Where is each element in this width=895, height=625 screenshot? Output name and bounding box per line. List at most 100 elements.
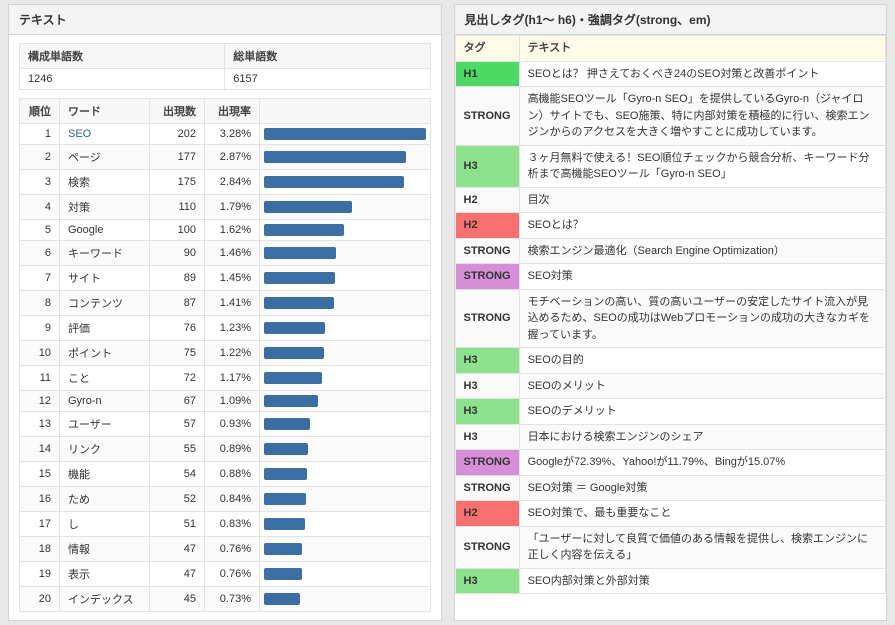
cell-tag: STRONG xyxy=(455,526,519,568)
table-row: H1SEOとは？ 押さえておくべき24のSEO対策と改善ポイント xyxy=(455,61,886,87)
cell-text: SEO内部対策と外部対策 xyxy=(519,568,885,594)
cell-word: 表示 xyxy=(60,562,150,587)
col-tag: タグ xyxy=(455,36,519,62)
cell-rank: 12 xyxy=(20,391,60,412)
cell-rank: 14 xyxy=(20,437,60,462)
table-row: 5Google1001.62% xyxy=(20,220,431,241)
frequency-bar xyxy=(264,543,302,555)
cell-rate: 1.23% xyxy=(205,316,260,341)
cell-bar xyxy=(260,124,431,145)
frequency-bar xyxy=(264,493,306,505)
table-row: 9評価761.23% xyxy=(20,316,431,341)
cell-word: キーワード xyxy=(60,241,150,266)
cell-word: 機能 xyxy=(60,462,150,487)
cell-bar xyxy=(260,316,431,341)
cell-count: 110 xyxy=(150,195,205,220)
cell-tag: STRONG xyxy=(455,475,519,501)
summary-header-wordcount: 構成単語数 xyxy=(20,44,225,69)
cell-count: 87 xyxy=(150,291,205,316)
table-row: 4対策1101.79% xyxy=(20,195,431,220)
cell-count: 76 xyxy=(150,316,205,341)
table-row: STRONG高機能SEOツール「Gyro-n SEO」を提供しているGyro-n… xyxy=(455,87,886,146)
cell-word: し xyxy=(60,512,150,537)
cell-rank: 1 xyxy=(20,124,60,145)
summary-table: 構成単語数 総単語数 1246 6157 xyxy=(19,43,431,90)
table-row: STRONGモチベーションの高い、質の高いユーザーの安定したサイト流入が見込める… xyxy=(455,289,886,348)
cell-rate: 0.89% xyxy=(205,437,260,462)
table-row: 10ポイント751.22% xyxy=(20,341,431,366)
cell-tag: H3 xyxy=(455,145,519,187)
table-row: 14リンク550.89% xyxy=(20,437,431,462)
panel-title-text: テキスト xyxy=(9,5,441,35)
summary-header-totalcount: 総単語数 xyxy=(225,44,430,69)
cell-text: モチベーションの高い、質の高いユーザーの安定したサイト流入が見込めるため、SEO… xyxy=(519,289,885,348)
cell-word: ページ xyxy=(60,145,150,170)
cell-count: 47 xyxy=(150,562,205,587)
cell-text: 高機能SEOツール「Gyro-n SEO」を提供しているGyro-n（ジャイロン… xyxy=(519,87,885,146)
cell-rate: 1.17% xyxy=(205,366,260,391)
col-rate[interactable]: 出現率 xyxy=(205,99,260,124)
table-row: 16ため520.84% xyxy=(20,487,431,512)
table-row: STRONG検索エンジン最適化（Search Engine Optimizati… xyxy=(455,238,886,264)
cell-tag: H3 xyxy=(455,373,519,399)
cell-rank: 9 xyxy=(20,316,60,341)
cell-word: リンク xyxy=(60,437,150,462)
cell-bar xyxy=(260,291,431,316)
table-row: H3SEOの目的 xyxy=(455,348,886,374)
table-row: 6キーワード901.46% xyxy=(20,241,431,266)
cell-tag: STRONG xyxy=(455,87,519,146)
col-bar xyxy=(260,99,431,124)
cell-word: ポイント xyxy=(60,341,150,366)
cell-rank: 15 xyxy=(20,462,60,487)
cell-bar xyxy=(260,437,431,462)
cell-count: 90 xyxy=(150,241,205,266)
cell-tag: STRONG xyxy=(455,238,519,264)
cell-rate: 0.76% xyxy=(205,562,260,587)
col-rank[interactable]: 順位 xyxy=(20,99,60,124)
cell-tag: STRONG xyxy=(455,450,519,476)
col-word[interactable]: ワード xyxy=(60,99,150,124)
cell-count: 100 xyxy=(150,220,205,241)
col-count[interactable]: 出現数 xyxy=(150,99,205,124)
cell-word: Google xyxy=(60,220,150,241)
cell-bar xyxy=(260,366,431,391)
heading-tags-panel: 見出しタグ(h1～ h6)・強調タグ(strong、em) タグ テキスト H1… xyxy=(454,4,888,621)
cell-rate: 1.41% xyxy=(205,291,260,316)
frequency-bar xyxy=(264,128,426,140)
cell-rank: 7 xyxy=(20,266,60,291)
frequency-bar xyxy=(264,201,352,213)
table-row: 19表示470.76% xyxy=(20,562,431,587)
cell-rate: 1.09% xyxy=(205,391,260,412)
cell-rank: 16 xyxy=(20,487,60,512)
table-row: 17し510.83% xyxy=(20,512,431,537)
cell-rank: 11 xyxy=(20,366,60,391)
cell-tag: H3 xyxy=(455,424,519,450)
cell-count: 67 xyxy=(150,391,205,412)
cell-word[interactable]: SEO xyxy=(60,124,150,145)
cell-rank: 2 xyxy=(20,145,60,170)
cell-rank: 18 xyxy=(20,537,60,562)
cell-text: SEOのデメリット xyxy=(519,399,885,425)
cell-rate: 2.84% xyxy=(205,170,260,195)
cell-bar xyxy=(260,341,431,366)
cell-rate: 0.88% xyxy=(205,462,260,487)
table-row: H3SEO内部対策と外部対策 xyxy=(455,568,886,594)
frequency-bar xyxy=(264,418,310,430)
cell-count: 177 xyxy=(150,145,205,170)
cell-rate: 3.28% xyxy=(205,124,260,145)
cell-rank: 4 xyxy=(20,195,60,220)
word-frequency-table: 順位 ワード 出現数 出現率 1SEO2023.28%2ページ1772.87%3… xyxy=(19,98,431,612)
cell-bar xyxy=(260,170,431,195)
cell-tag: STRONG xyxy=(455,289,519,348)
frequency-bar xyxy=(264,322,325,334)
cell-rank: 3 xyxy=(20,170,60,195)
cell-word: Gyro-n xyxy=(60,391,150,412)
cell-rate: 0.84% xyxy=(205,487,260,512)
cell-count: 175 xyxy=(150,170,205,195)
cell-word: ため xyxy=(60,487,150,512)
table-row: STRONGGoogleが72.39%、Yahoo!が11.79%、Bingが1… xyxy=(455,450,886,476)
frequency-bar xyxy=(264,518,305,530)
summary-value-totalcount: 6157 xyxy=(225,69,430,90)
cell-tag: H2 xyxy=(455,187,519,213)
cell-text: 目次 xyxy=(519,187,885,213)
